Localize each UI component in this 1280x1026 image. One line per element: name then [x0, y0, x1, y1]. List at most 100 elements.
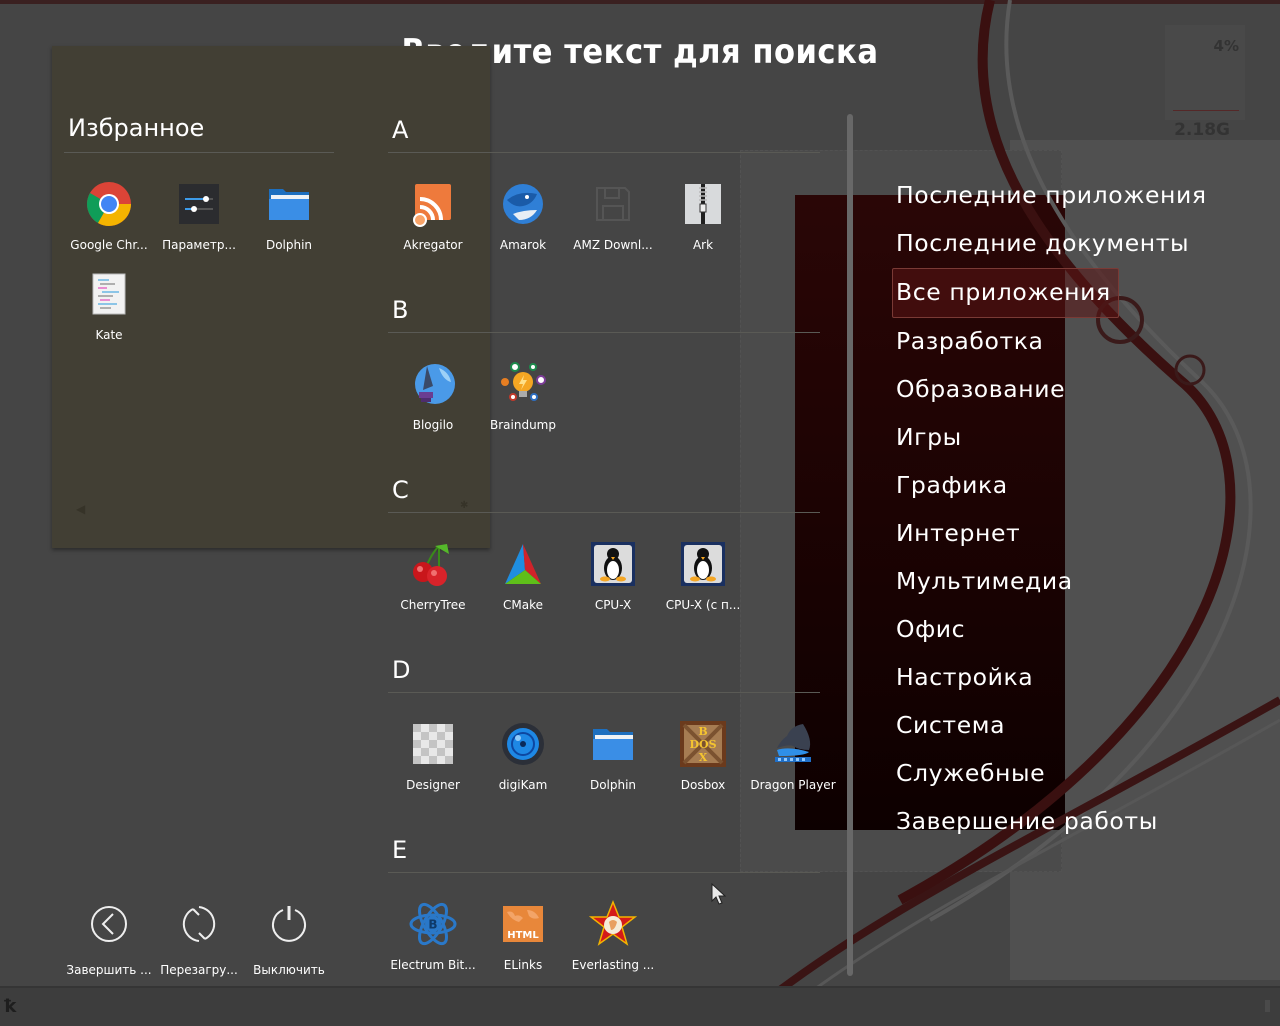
category-graphics[interactable]: Графика: [892, 462, 1211, 510]
category-recent-documents[interactable]: Последние документы: [892, 220, 1211, 268]
app-dolphin[interactable]: Dolphin: [568, 720, 658, 800]
section-letter-a: A: [392, 116, 409, 144]
app-label: Dragon Player: [750, 778, 836, 792]
section-divider: [388, 152, 820, 153]
app-amz-downloader[interactable]: AMZ Downl...: [568, 180, 658, 260]
favorites-title: Избранное: [68, 114, 205, 142]
settings-icon: ✱: [460, 500, 469, 511]
category-settings[interactable]: Настройка: [892, 654, 1211, 702]
zip-archive-icon: [679, 180, 727, 228]
mouse-cursor: [711, 883, 727, 905]
app-label: CherryTree: [400, 598, 466, 612]
app-label: Akregator: [403, 238, 463, 252]
category-development[interactable]: Разработка: [892, 318, 1211, 366]
panel-handle[interactable]: [1265, 1000, 1270, 1012]
app-label: ELinks: [503, 958, 543, 972]
app-label: Dosbox: [680, 778, 726, 792]
dragon-icon: [769, 720, 817, 768]
app-digikam[interactable]: digiKam: [478, 720, 568, 800]
app-label: digiKam: [498, 778, 548, 792]
lightbulb-icon: [499, 360, 547, 408]
app-designer[interactable]: Designer: [388, 720, 478, 800]
app-ark[interactable]: Ark: [658, 180, 748, 260]
app-label: Everlasting ...: [571, 958, 655, 972]
favorite-app-settings[interactable]: Параметр...: [154, 180, 244, 260]
app-electrum[interactable]: B Electrum Bit...: [388, 900, 478, 980]
app-label: Ark: [692, 238, 714, 252]
reboot-button[interactable]: Перезагру...: [154, 904, 244, 977]
category-shutdown[interactable]: Завершение работы: [892, 798, 1211, 846]
app-label: CPU-X: [594, 598, 632, 612]
dosbox-crate-icon: B DOS X: [679, 720, 727, 768]
favorite-app-chrome[interactable]: Google Chr...: [64, 180, 154, 260]
floppy-disk-icon: [589, 180, 637, 228]
section-divider: [388, 872, 820, 873]
app-blogilo[interactable]: Blogilo: [388, 360, 478, 440]
rss-icon: [409, 180, 457, 228]
text-editor-icon: [85, 270, 133, 318]
apps-scrollbar[interactable]: [847, 114, 853, 976]
shutdown-button[interactable]: Выключить: [244, 904, 334, 977]
power-label: Выключить: [253, 963, 325, 977]
screen-top-edge: [0, 0, 1280, 4]
app-cherrytree[interactable]: CherryTree: [388, 540, 478, 620]
app-label: Electrum Bit...: [390, 958, 476, 972]
html-map-icon: HTML: [499, 900, 547, 948]
logout-button[interactable]: Завершить ...: [64, 904, 154, 977]
app-label: Kate: [95, 328, 123, 342]
favorite-app-kate[interactable]: Kate: [64, 270, 154, 350]
app-cpu-x-root[interactable]: CPU-X (с п...: [658, 540, 748, 620]
section-divider: [388, 692, 820, 693]
reboot-icon: [182, 906, 216, 942]
app-cpu-x[interactable]: CPU-X: [568, 540, 658, 620]
app-elinks[interactable]: HTML ELinks: [478, 900, 568, 980]
app-cmake[interactable]: CMake: [478, 540, 568, 620]
app-amarok[interactable]: Amarok: [478, 180, 568, 260]
section-letter-c: C: [392, 476, 409, 504]
cherry-icon: [409, 540, 457, 588]
red-star-icon: [588, 899, 638, 948]
svg-text:HTML: HTML: [507, 930, 539, 941]
camera-lens-icon: [499, 720, 547, 768]
section-divider: [388, 512, 820, 513]
app-dosbox[interactable]: B DOS X Dosbox: [658, 720, 748, 800]
app-label: Dolphin: [265, 238, 313, 252]
tux-chip-icon: [589, 540, 637, 588]
favorite-app-dolphin[interactable]: Dolphin: [244, 180, 334, 260]
section-letter-b: B: [392, 296, 409, 324]
settings-sliders-icon: [175, 180, 223, 228]
cmake-triangle-icon: [499, 540, 547, 588]
folder-icon: [265, 180, 313, 228]
globe-pen-icon: [409, 360, 457, 408]
favorites-divider: [64, 152, 334, 153]
power-label: Завершить ...: [66, 963, 152, 977]
svg-text:X: X: [699, 751, 708, 764]
tux-chip-icon: [679, 540, 727, 588]
app-label: Dolphin: [589, 778, 637, 792]
category-office[interactable]: Офис: [892, 606, 1211, 654]
app-label: Параметр...: [162, 238, 236, 252]
section-letter-e: E: [392, 836, 408, 864]
app-braindump[interactable]: Braindump: [478, 360, 568, 440]
app-label: Google Chr...: [70, 238, 148, 252]
category-education[interactable]: Образование: [892, 366, 1211, 414]
category-utilities[interactable]: Служебные: [892, 750, 1211, 798]
app-everlasting-summer[interactable]: Everlasting ...: [568, 899, 658, 980]
cpu-sparkline: [1173, 110, 1239, 111]
category-internet[interactable]: Интернет: [892, 510, 1211, 558]
section-divider: [388, 332, 820, 333]
category-games[interactable]: Игры: [892, 414, 1211, 462]
category-menu: Последние приложения Последние документы…: [892, 172, 1211, 846]
category-system[interactable]: Система: [892, 702, 1211, 750]
app-akregator[interactable]: Akregator: [388, 180, 478, 260]
app-dragon-player[interactable]: Dragon Player: [748, 720, 838, 800]
taskbar: ꝁ: [0, 986, 1280, 1026]
kde-launcher-icon[interactable]: ꝁ: [4, 996, 16, 1017]
category-all-apps[interactable]: Все приложения: [892, 268, 1119, 318]
logout-arrow-icon: [91, 906, 127, 942]
bitcoin-atom-icon: B: [409, 900, 457, 948]
app-label: Blogilo: [412, 418, 454, 432]
svg-text:B: B: [428, 918, 437, 932]
category-multimedia[interactable]: Мультимедиа: [892, 558, 1211, 606]
category-recent-apps[interactable]: Последние приложения: [892, 172, 1211, 220]
